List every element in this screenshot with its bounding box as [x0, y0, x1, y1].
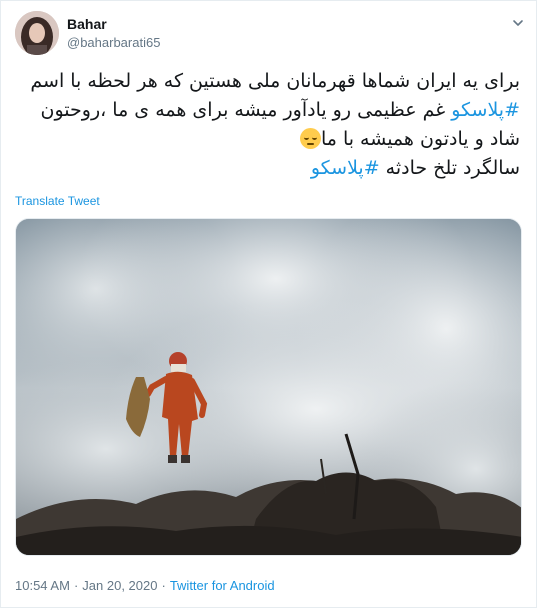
tweet-line-text: سالگرد تلخ حادثه: [379, 157, 520, 179]
tweet-photo[interactable]: [15, 218, 522, 556]
tweet-line: شاد و یادتون همیشه با ما: [15, 125, 520, 154]
user-handle[interactable]: @baharbarati65: [67, 35, 160, 50]
tweet-line-text: غم عظیمی رو یادآور میشه برای همه ی ما ،ر…: [40, 99, 452, 121]
tweet-time[interactable]: 10:54 AM: [15, 578, 70, 593]
tweet-card: Bahar @baharbarati65 برای یه ایران شماها…: [0, 0, 537, 608]
meta-separator: ·: [73, 578, 79, 593]
tweet-line: #پلاسکو غم عظیمی رو یادآور میشه برای همه…: [15, 96, 520, 125]
pensive-face-icon: [299, 128, 321, 149]
tweet-text: برای یه ایران شماها قهرمانان ملی هستین ک…: [15, 67, 520, 183]
hashtag-link[interactable]: #پلاسکو: [451, 99, 520, 121]
tweet-line-text: شاد و یادتون همیشه با ما: [320, 128, 520, 150]
avatar[interactable]: [15, 11, 59, 55]
tweet-line-text: برای یه ایران شماها قهرمانان ملی هستین ک…: [30, 70, 520, 92]
tweet-line: سالگرد تلخ حادثه #پلاسکو: [15, 154, 520, 183]
tweet-meta: 10:54 AM · Jan 20, 2020 · Twitter for Androi…: [15, 578, 275, 593]
tweet-date[interactable]: Jan 20, 2020: [82, 578, 157, 593]
tweet-source-link[interactable]: Twitter for Android: [170, 578, 275, 593]
tweet-line: برای یه ایران شماها قهرمانان ملی هستین ک…: [15, 67, 520, 96]
hashtag-link[interactable]: #پلاسکو: [311, 157, 380, 179]
translate-tweet-link[interactable]: Translate Tweet: [15, 194, 100, 208]
meta-separator: ·: [161, 578, 166, 593]
user-name[interactable]: Bahar: [67, 16, 107, 32]
chevron-down-icon[interactable]: [510, 15, 526, 31]
